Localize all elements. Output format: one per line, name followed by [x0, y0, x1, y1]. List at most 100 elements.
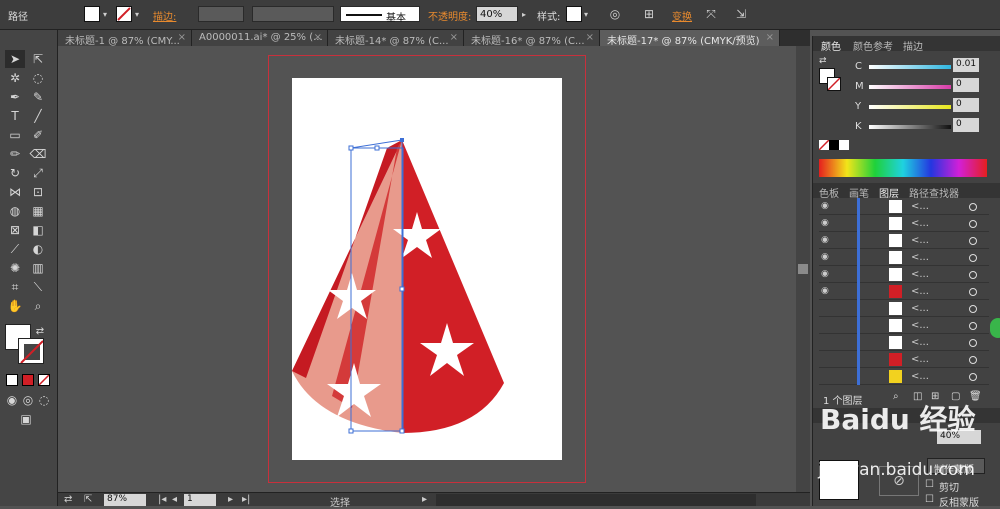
- tab-doc-2[interactable]: A0000011.ai* @ 25% (... ×: [192, 30, 328, 46]
- layer-row[interactable]: <...: [819, 334, 989, 351]
- column-graph-tool-icon[interactable]: ▥: [28, 259, 48, 277]
- mesh-tool-icon[interactable]: ⊠: [5, 221, 25, 239]
- line-tool-icon[interactable]: ╱: [28, 107, 48, 125]
- recolor-icon[interactable]: ◎: [604, 5, 626, 23]
- close-icon[interactable]: ×: [450, 32, 458, 43]
- slice-tool-icon[interactable]: ⟍: [28, 278, 48, 296]
- shape-builder-tool-icon[interactable]: ◍: [5, 202, 25, 220]
- layer-name[interactable]: <...: [911, 201, 929, 212]
- layer-name[interactable]: <...: [911, 235, 929, 246]
- status-menu-icon[interactable]: ▸: [422, 494, 427, 505]
- stroke-color-box[interactable]: [18, 338, 44, 364]
- magic-wand-tool-icon[interactable]: ✲: [5, 69, 25, 87]
- style-swatch[interactable]: [566, 6, 582, 22]
- close-icon[interactable]: ×: [178, 32, 186, 43]
- brush-profile-select[interactable]: 基本: [340, 6, 420, 24]
- layer-row[interactable]: <...: [819, 300, 989, 317]
- party-hat-artwork[interactable]: [292, 78, 562, 460]
- opacity-dropdown-icon[interactable]: ▸: [518, 5, 530, 23]
- last-artboard-icon[interactable]: ▸|: [242, 494, 250, 505]
- fill-swatch[interactable]: [84, 6, 100, 22]
- first-artboard-icon[interactable]: |◂: [158, 494, 166, 505]
- eye-icon[interactable]: ◉: [821, 235, 829, 245]
- vertical-scrollbar[interactable]: [796, 46, 810, 492]
- resize-handle[interactable]: [399, 286, 405, 292]
- eye-icon[interactable]: ◉: [821, 201, 829, 211]
- close-icon[interactable]: ×: [586, 32, 594, 43]
- scale-tool-icon[interactable]: ⤢: [28, 164, 48, 182]
- eye-icon[interactable]: ◉: [821, 286, 829, 296]
- yellow-slider[interactable]: [869, 105, 951, 109]
- layer-name[interactable]: <...: [911, 303, 929, 314]
- artboard-number-field[interactable]: 1: [184, 494, 216, 506]
- selection-tool-icon[interactable]: ➤: [5, 50, 25, 68]
- variable-width-field[interactable]: [252, 6, 334, 22]
- target-icon[interactable]: [969, 373, 977, 381]
- swap-fill-stroke-icon[interactable]: ⇄: [34, 322, 46, 340]
- anchor-point[interactable]: [400, 138, 404, 142]
- export-icon[interactable]: ⇱: [84, 494, 92, 505]
- layer-row[interactable]: ◉ <...: [819, 198, 989, 215]
- target-icon[interactable]: [969, 305, 977, 313]
- scrollbar-thumb[interactable]: [798, 264, 808, 274]
- draw-normal-icon[interactable]: ◉: [5, 391, 19, 409]
- layer-row[interactable]: ◉ <...: [819, 232, 989, 249]
- next-artboard-icon[interactable]: ▸: [228, 494, 233, 505]
- resize-handle[interactable]: [374, 145, 380, 151]
- close-icon[interactable]: ×: [766, 32, 774, 43]
- side-badge[interactable]: [990, 318, 1000, 338]
- target-icon[interactable]: [969, 254, 977, 262]
- clip-checkbox[interactable]: ☐: [925, 479, 934, 490]
- tab-doc-3[interactable]: 未标题-14* @ 87% (C... ×: [328, 30, 464, 46]
- black-swatch[interactable]: [829, 140, 839, 150]
- opacity-label[interactable]: 不透明度:: [428, 8, 471, 23]
- draw-inside-icon[interactable]: ◌: [37, 391, 51, 409]
- eye-icon[interactable]: ◉: [821, 218, 829, 228]
- layer-name[interactable]: <...: [911, 252, 929, 263]
- resize-handle[interactable]: [348, 428, 354, 434]
- tab-doc-1[interactable]: 未标题-1 @ 87% (CMY... ×: [58, 30, 192, 46]
- prev-artboard-icon[interactable]: ◂: [172, 494, 177, 505]
- zoom-tool-icon[interactable]: ⌕: [28, 297, 48, 315]
- invert-mask-checkbox[interactable]: ☐: [925, 494, 934, 505]
- horizontal-scrollbar[interactable]: [436, 494, 756, 506]
- opacity-field[interactable]: 40%: [476, 6, 518, 22]
- transform-link[interactable]: 变换: [672, 8, 692, 23]
- stroke-weight-field[interactable]: [198, 6, 244, 22]
- target-icon[interactable]: [969, 220, 977, 228]
- layer-row[interactable]: ◉ <...: [819, 266, 989, 283]
- eyedropper-tool-icon[interactable]: ⟋: [5, 240, 25, 258]
- layer-name[interactable]: <...: [911, 337, 929, 348]
- eraser-tool-icon[interactable]: ⌫: [28, 145, 48, 163]
- perspective-grid-tool-icon[interactable]: ▦: [28, 202, 48, 220]
- none-swatch[interactable]: [818, 139, 830, 151]
- cyan-value[interactable]: 0.01: [953, 58, 979, 72]
- magenta-value[interactable]: 0: [953, 78, 979, 92]
- symbol-sprayer-tool-icon[interactable]: ✺: [5, 259, 25, 277]
- pen-tool-icon[interactable]: ✒: [5, 88, 25, 106]
- eye-icon[interactable]: ◉: [821, 269, 829, 279]
- tab-stroke[interactable]: 描边: [903, 38, 923, 53]
- swap-colors-icon[interactable]: ⇄: [819, 56, 827, 66]
- fill-dropdown-icon[interactable]: ▾: [100, 5, 110, 23]
- artboard-nav-icon[interactable]: ⇄: [64, 494, 72, 505]
- lasso-tool-icon[interactable]: ◌: [28, 69, 48, 87]
- color-spectrum[interactable]: [819, 159, 987, 177]
- layer-name[interactable]: <...: [911, 269, 929, 280]
- black-value[interactable]: 0: [953, 118, 979, 132]
- none-mode-button[interactable]: [38, 374, 50, 386]
- arrange-icon[interactable]: ⇲: [730, 5, 752, 23]
- close-icon[interactable]: ×: [314, 32, 322, 43]
- eye-icon[interactable]: ◉: [821, 252, 829, 262]
- blend-tool-icon[interactable]: ◐: [28, 240, 48, 258]
- stroke-dropdown-icon[interactable]: ▾: [132, 5, 142, 23]
- layer-row[interactable]: ◉ <...: [819, 283, 989, 300]
- isolate-icon[interactable]: ⤧: [700, 5, 722, 23]
- layer-name[interactable]: <...: [911, 286, 929, 297]
- target-icon[interactable]: [969, 356, 977, 364]
- target-icon[interactable]: [969, 271, 977, 279]
- tab-doc-5[interactable]: 未标题-17* @ 87% (CMYK/预览) ×: [600, 30, 780, 46]
- tab-color-guide[interactable]: 颜色参考: [853, 38, 893, 53]
- artboard-tool-icon[interactable]: ⌗: [5, 278, 25, 296]
- target-icon[interactable]: [969, 288, 977, 296]
